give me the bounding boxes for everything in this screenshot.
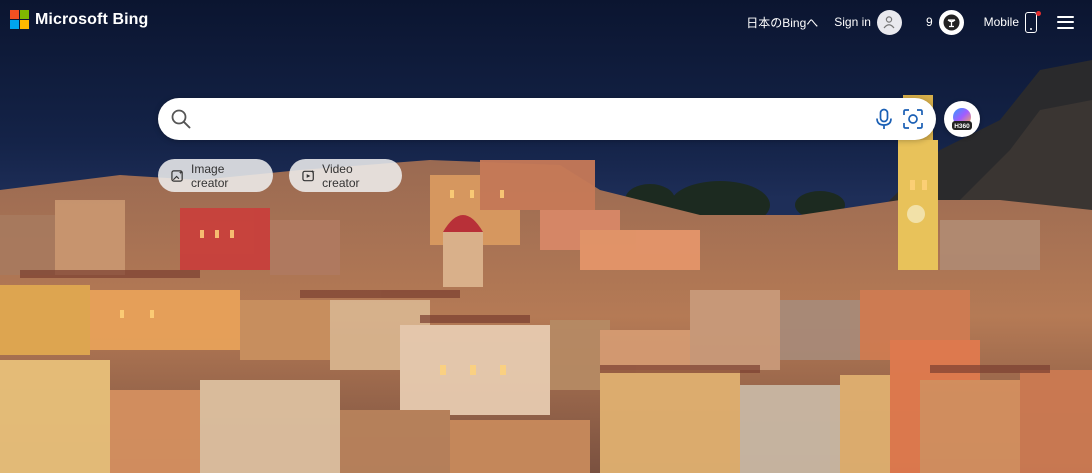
brand-name: Microsoft Bing [35, 10, 149, 28]
svg-text:H360: H360 [954, 123, 970, 130]
search-icon[interactable] [170, 108, 192, 135]
image-creator-label: Image creator [191, 161, 229, 190]
sign-in-button[interactable]: Sign in [834, 9, 902, 35]
bing-logo[interactable]: Microsoft Bing [10, 10, 148, 29]
sign-in-label: Sign in [834, 15, 871, 29]
search-input[interactable] [204, 106, 848, 134]
copilot-icon: H360 [952, 108, 972, 130]
visual-search-icon[interactable] [902, 108, 924, 135]
rewards-points: 9 [925, 15, 933, 29]
mobile-label: Mobile [983, 15, 1019, 29]
menu-icon [1057, 15, 1074, 29]
top-bar: Microsoft Bing 日本のBingへ Sign in 9 Mobile [0, 0, 1092, 44]
notification-dot [1036, 10, 1041, 16]
video-creator-button[interactable]: Video creator [289, 159, 402, 192]
header-actions: 日本のBingへ Sign in 9 Mobile [746, 8, 1074, 36]
video-creator-label: Video creator [322, 161, 360, 190]
mobile-link[interactable]: Mobile [983, 10, 1041, 33]
background-image [0, 0, 1092, 473]
image-creator-icon [171, 169, 183, 182]
microsoft-logo-icon [10, 10, 29, 29]
image-creator-button[interactable]: Image creator [158, 159, 273, 192]
rewards-icon [938, 9, 964, 35]
microphone-icon[interactable] [874, 108, 894, 135]
video-creator-icon [302, 169, 315, 181]
phone-icon [1025, 10, 1041, 33]
avatar-icon [876, 9, 902, 35]
rewards-button[interactable]: 9 [925, 9, 964, 35]
menu-button[interactable] [1057, 15, 1074, 29]
language-link[interactable]: 日本のBingへ [746, 14, 818, 31]
copilot-button[interactable]: H360 [944, 101, 980, 137]
search-box [158, 98, 936, 140]
